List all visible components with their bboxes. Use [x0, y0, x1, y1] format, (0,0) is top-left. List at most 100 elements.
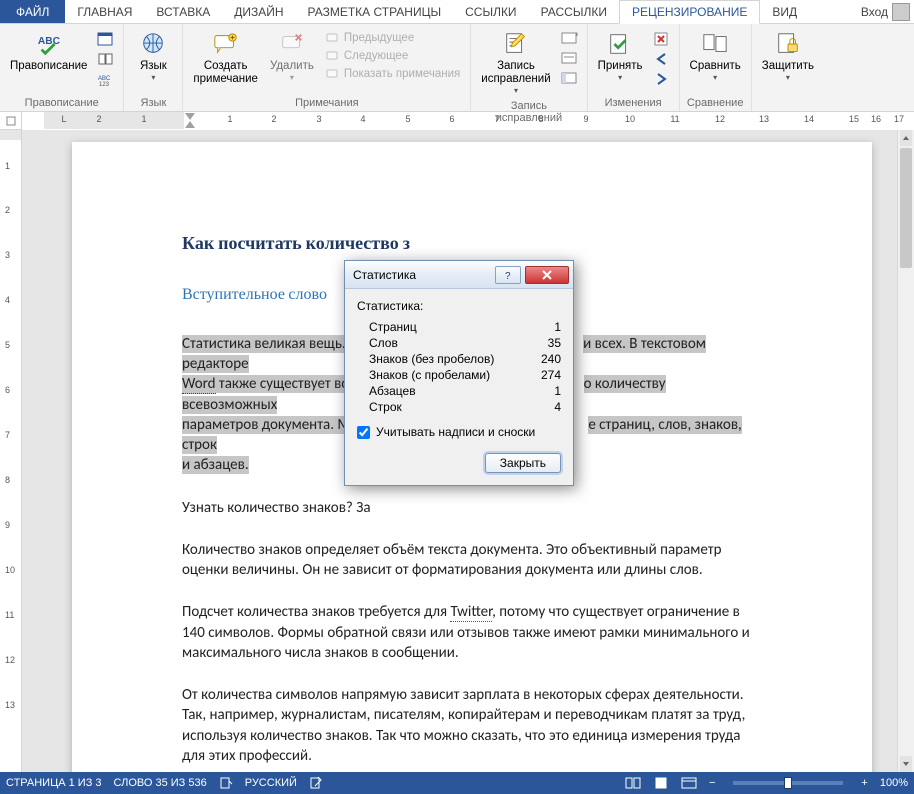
prev-icon — [326, 31, 340, 45]
ruler-vertical[interactable]: 12345678910111213 — [0, 130, 22, 772]
zoom-in-button[interactable]: + — [861, 777, 867, 789]
zoom-out-button[interactable]: − — [709, 777, 715, 789]
compare-label: Сравнить — [690, 60, 741, 73]
group-protect-label — [758, 95, 818, 111]
paragraph-5: От количества символов напрямую зависит … — [182, 685, 762, 766]
stat-row: Строк4 — [369, 399, 561, 415]
accept-label: Принять — [598, 60, 643, 73]
dialog-help-button[interactable]: ? — [495, 266, 521, 284]
view-web-button[interactable] — [681, 777, 697, 789]
group-language: Язык ▾ Язык — [124, 24, 182, 111]
tracking-extras — [559, 28, 581, 88]
view-readmode-button[interactable] — [625, 777, 641, 789]
prev-change-icon[interactable] — [651, 50, 673, 68]
help-icon: ? — [502, 269, 514, 281]
chevron-down-icon: ▾ — [290, 73, 294, 82]
ribbon-tabs: ФАЙЛ ГЛАВНАЯ ВСТАВКА ДИЗАЙН РАЗМЕТКА СТР… — [0, 0, 914, 24]
protect-label: Защитить — [762, 60, 814, 73]
scroll-down-button[interactable] — [900, 756, 912, 772]
dialog-titlebar[interactable]: Статистика ? — [345, 261, 573, 289]
prev-comment-button[interactable]: Предыдущее — [322, 30, 464, 46]
zoom-level[interactable]: 100% — [880, 777, 908, 789]
tab-home[interactable]: ГЛАВНАЯ — [65, 0, 144, 23]
delete-comment-label: Удалить — [270, 60, 314, 73]
svg-text:ABC: ABC — [38, 36, 61, 47]
status-page[interactable]: СТРАНИЦА 1 ИЗ 3 — [6, 777, 102, 789]
paragraph-3: Количество знаков определяет объём текст… — [182, 540, 762, 581]
accept-button[interactable]: Принять ▾ — [594, 28, 647, 84]
zoom-slider[interactable] — [733, 781, 843, 785]
close-icon — [540, 270, 554, 280]
status-track[interactable] — [309, 776, 323, 790]
vertical-scrollbar[interactable] — [897, 130, 914, 772]
tab-design[interactable]: ДИЗАЙН — [222, 0, 295, 23]
thesaurus-icon[interactable] — [95, 30, 117, 48]
globe-icon — [137, 30, 169, 58]
dialog-close-button[interactable] — [525, 266, 569, 284]
svg-text:?: ? — [505, 271, 511, 281]
tab-references[interactable]: ССЫЛКИ — [453, 0, 528, 23]
zoom-slider-thumb[interactable] — [784, 777, 792, 789]
group-compare: Сравнить ▾ Сравнение — [680, 24, 752, 111]
ruler-toggle[interactable] — [0, 112, 22, 130]
scroll-thumb[interactable] — [900, 148, 912, 268]
language-label: Язык — [140, 60, 167, 73]
login-button[interactable]: Вход — [861, 0, 914, 23]
delete-comment-button[interactable]: Удалить ▾ — [266, 28, 318, 84]
status-proofing[interactable] — [219, 776, 233, 790]
stat-row: Абзацев1 — [369, 383, 561, 399]
dialog-close-action-button[interactable]: Закрыть — [485, 453, 561, 473]
reject-icon[interactable] — [651, 30, 673, 48]
group-protect: Защитить ▾ — [752, 24, 824, 111]
scroll-up-button[interactable] — [900, 130, 912, 146]
login-label: Вход — [861, 5, 888, 19]
tab-review[interactable]: РЕЦЕНЗИРОВАНИЕ — [619, 0, 760, 24]
protect-button[interactable]: Защитить ▾ — [758, 28, 818, 84]
group-tracking-label: Запись исправлений — [477, 98, 580, 126]
tab-view[interactable]: ВИД — [760, 0, 809, 23]
track-changes-button[interactable]: Запись исправлений ▾ — [477, 28, 554, 98]
paragraph-4: Подсчет количества знаков требуется для … — [182, 602, 762, 663]
tab-file[interactable]: ФАЙЛ — [0, 0, 65, 23]
next-change-icon[interactable] — [651, 70, 673, 88]
display-for-review-icon[interactable] — [559, 30, 581, 48]
view-print-button[interactable] — [653, 777, 669, 789]
stat-row: Страниц1 — [369, 319, 561, 335]
spelling-label: Правописание — [10, 60, 87, 73]
dialog-group-label: Статистика: — [357, 299, 561, 313]
delete-comment-icon — [276, 30, 308, 58]
research-icon[interactable] — [95, 50, 117, 68]
new-comment-label: Создать примечание — [193, 60, 258, 86]
status-bar: СТРАНИЦА 1 ИЗ 3 СЛОВО 35 ИЗ 536 РУССКИЙ … — [0, 772, 914, 794]
tab-mailings[interactable]: РАССЫЛКИ — [529, 0, 619, 23]
chevron-down-icon: ▾ — [786, 73, 790, 82]
track-changes-label: Запись исправлений — [481, 60, 550, 86]
hanging-indent-marker[interactable] — [185, 121, 195, 128]
track-changes-icon — [500, 30, 532, 58]
show-markup-icon[interactable] — [559, 50, 581, 68]
status-language[interactable]: РУССКИЙ — [245, 777, 297, 789]
group-tracking: Запись исправлений ▾ Запись исправлений — [471, 24, 587, 111]
tab-layout[interactable]: РАЗМЕТКА СТРАНИЦЫ — [296, 0, 454, 23]
language-button[interactable]: Язык ▾ — [130, 28, 176, 84]
include-textboxes-checkbox[interactable]: Учитывать надписи и сноски — [357, 425, 561, 439]
first-line-indent-marker[interactable] — [185, 113, 195, 120]
wordcount-icon[interactable]: ABC123 — [95, 70, 117, 88]
stat-row: Знаков (с пробелами)274 — [369, 367, 561, 383]
show-comments-button[interactable]: Показать примечания — [322, 66, 464, 82]
chevron-down-icon: ▾ — [514, 86, 518, 95]
chevron-down-icon: ▾ — [151, 73, 155, 82]
include-textboxes-input[interactable] — [357, 426, 370, 439]
reviewing-pane-icon[interactable] — [559, 70, 581, 88]
compare-icon — [699, 30, 731, 58]
compare-button[interactable]: Сравнить ▾ — [686, 28, 745, 84]
new-comment-button[interactable]: Создать примечание — [189, 28, 262, 88]
group-language-label: Язык — [130, 95, 176, 111]
tab-insert[interactable]: ВСТАВКА — [144, 0, 222, 23]
dialog-title: Статистика — [353, 268, 416, 282]
status-words[interactable]: СЛОВО 35 ИЗ 536 — [114, 777, 207, 789]
next-comment-button[interactable]: Следующее — [322, 48, 464, 64]
spelling-icon: ABC — [33, 30, 65, 58]
protect-icon — [772, 30, 804, 58]
spelling-button[interactable]: ABC Правописание — [6, 28, 91, 75]
